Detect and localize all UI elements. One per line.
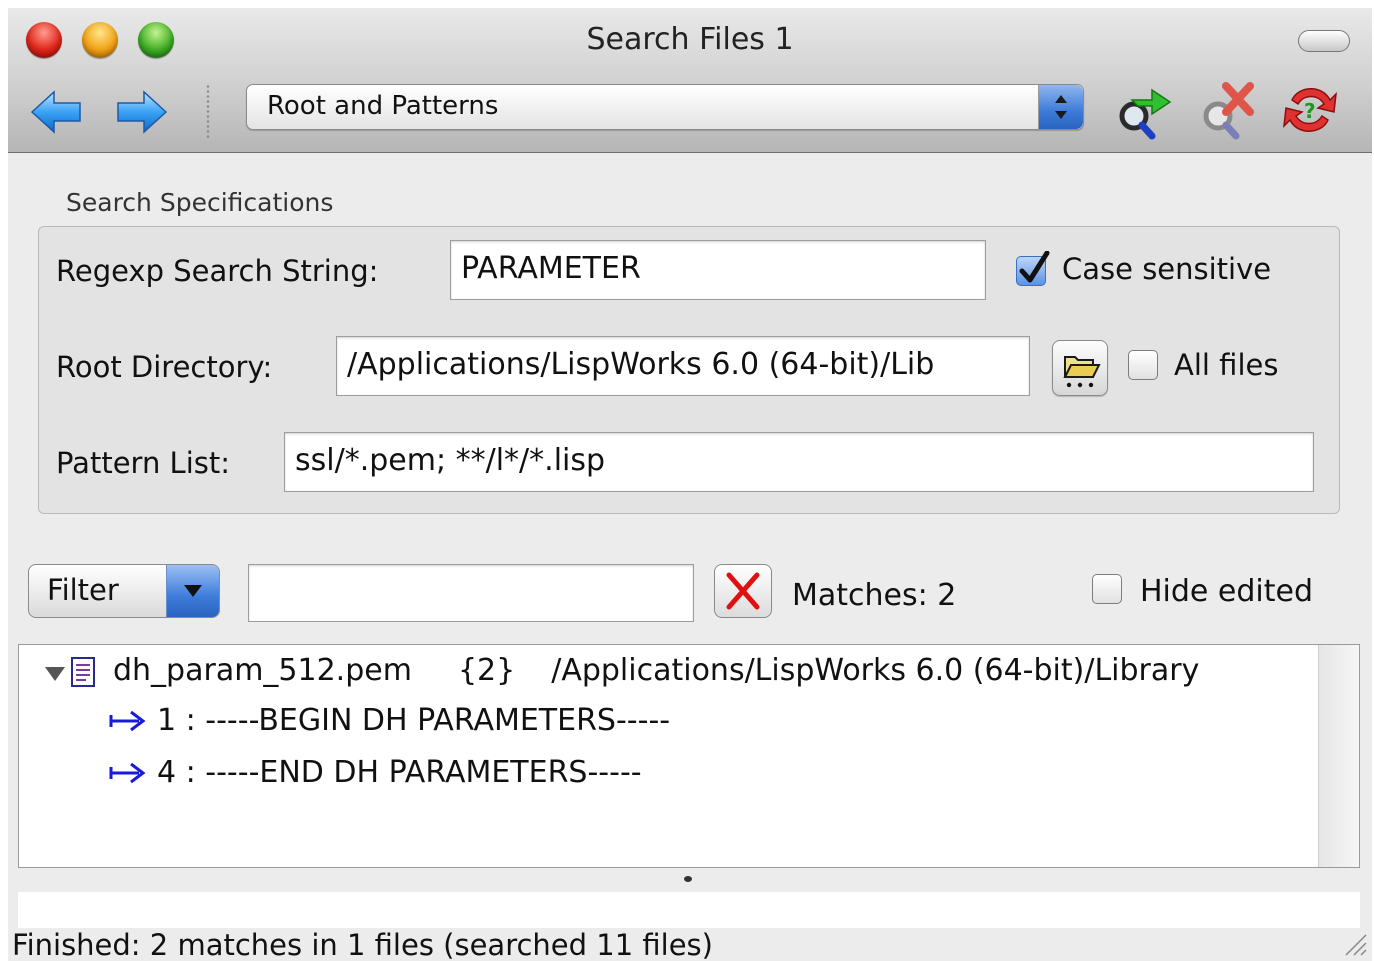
search-button[interactable] — [1110, 78, 1174, 142]
echo-area — [18, 892, 1360, 928]
filter-dropdown-button[interactable]: Filter — [28, 564, 220, 618]
disclosure-triangle-icon[interactable] — [45, 667, 65, 681]
matches-count: Matches: 2 — [792, 578, 957, 613]
match-row[interactable]: 4 : -----END DH PARAMETERS----- — [157, 755, 642, 790]
file-path: /Applications/LispWorks 6.0 (64-bit)/Lib… — [551, 653, 1200, 688]
arrow-right-icon — [117, 90, 168, 134]
match-arrow-icon — [109, 762, 146, 784]
folder-open-icon — [1063, 356, 1101, 388]
window-title: Search Files 1 — [586, 22, 794, 57]
search-specifications-label: Search Specifications — [66, 188, 334, 217]
file-row[interactable]: dh_param_512.pem {2} /Applications/LispWor… — [113, 653, 1199, 688]
status-text: Finished: 2 matches in 1 files (searched… — [12, 928, 713, 961]
file-match-count: {2} — [457, 653, 516, 688]
view-selector[interactable]: Root and Patterns — [246, 84, 1084, 130]
search-go-icon — [1119, 88, 1172, 140]
results-scrollbar[interactable] — [1318, 645, 1359, 867]
regexp-label: Regexp Search String: — [56, 254, 379, 288]
case-sensitive-label: Case sensitive — [1062, 252, 1272, 286]
pattern-list-label: Pattern List: — [56, 446, 231, 480]
refresh-button[interactable]: ? — [1278, 78, 1342, 142]
filter-label: Filter — [47, 573, 119, 607]
results-tree[interactable]: dh_param_512.pem {2} /Applications/LispWor… — [18, 644, 1360, 868]
file-name: dh_param_512.pem — [113, 653, 412, 688]
forward-button[interactable] — [114, 84, 170, 140]
updown-arrows-icon — [1038, 85, 1083, 129]
filter-input[interactable] — [248, 564, 694, 622]
all-files-label: All files — [1174, 348, 1279, 382]
root-directory-input[interactable]: /Applications/LispWorks 6.0 (64-bit)/Lib — [336, 336, 1030, 396]
search-files-window: Search Files 1 Root and Patterns ? Searc… — [8, 8, 1372, 961]
svg-text:?: ? — [1304, 99, 1316, 123]
case-sensitive-checkbox[interactable] — [1016, 251, 1050, 286]
hide-edited-label: Hide edited — [1140, 574, 1314, 609]
match-arrow-icon — [109, 710, 146, 732]
toolbar: Search Files 1 Root and Patterns ? — [8, 8, 1372, 153]
refresh-icon: ? — [1283, 88, 1337, 132]
checkmark-icon — [1019, 251, 1050, 283]
toolbar-toggle-button[interactable] — [1298, 30, 1350, 52]
browse-folder-button[interactable] — [1052, 340, 1108, 396]
match-row[interactable]: 1 : -----BEGIN DH PARAMETERS----- — [157, 703, 670, 738]
toolbar-separator — [206, 84, 210, 140]
regexp-search-input[interactable]: PARAMETER — [450, 240, 986, 300]
clear-filter-button[interactable] — [714, 564, 772, 618]
back-button[interactable] — [28, 84, 84, 140]
pattern-list-input[interactable]: ssl/*.pem; **/l*/*.lisp — [284, 432, 1314, 492]
chevron-down-icon — [166, 565, 219, 617]
root-directory-label: Root Directory: — [56, 350, 273, 384]
cancel-search-button[interactable] — [1194, 78, 1258, 142]
hide-edited-checkbox[interactable] — [1092, 574, 1122, 604]
view-selector-label: Root and Patterns — [267, 91, 499, 121]
arrow-left-icon — [30, 90, 81, 134]
pane-splitter[interactable] — [684, 876, 692, 882]
file-icon — [71, 657, 95, 687]
resize-grip-icon[interactable] — [1342, 931, 1368, 957]
search-cancel-icon — [1203, 82, 1254, 140]
all-files-checkbox[interactable] — [1128, 350, 1158, 380]
close-icon — [726, 572, 760, 610]
